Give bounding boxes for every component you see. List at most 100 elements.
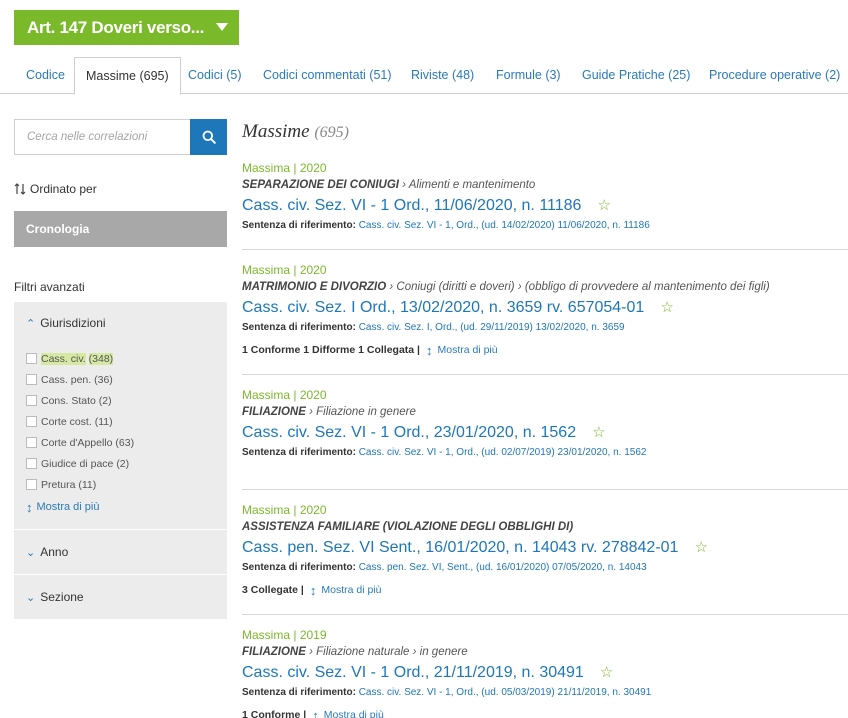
page-title: Massime (695) [242, 121, 349, 143]
expand-arrow-icon: ↕ [26, 499, 33, 515]
reference-link[interactable]: Cass. pen. Sez. VI, Sent., (ud. 16/01/20… [359, 562, 647, 573]
reference-label: Sentenza di riferimento: [242, 447, 356, 458]
filter-item-cons-stato[interactable]: Cons. Stato (2) [26, 390, 227, 411]
tab-codici[interactable]: Codici (5) [188, 57, 242, 94]
tab-guide-pratiche[interactable]: Guide Pratiche (25) [582, 57, 690, 94]
result-title-link[interactable]: Cass. civ. Sez. VI - 1 Ord., 21/11/2019,… [242, 661, 848, 685]
sort-label-text: Ordinato per [30, 182, 97, 196]
checkbox[interactable] [26, 458, 37, 469]
filter-item-cass-pen[interactable]: Cass. pen. (36) [26, 369, 227, 390]
checkbox[interactable] [26, 395, 37, 406]
filters-title: Filtri avanzati [14, 280, 85, 294]
article-dropdown-button[interactable]: Art. 147 Doveri verso... [14, 10, 239, 45]
search-button[interactable] [190, 119, 227, 155]
result-year: 2020 [299, 161, 327, 175]
show-more-label: Mostra di più [321, 584, 382, 596]
result-meta: Massima | 2019 [242, 628, 327, 642]
result-title: Cass. civ. Sez. VI - 1 Ord., 11/06/2020,… [242, 197, 582, 214]
reference-link[interactable]: Cass. civ. Sez. VI - 1, Ord., (ud. 05/03… [359, 687, 652, 698]
result-reference: Sentenza di riferimento: Cass. civ. Sez.… [242, 685, 848, 700]
result-title-link[interactable]: Cass. pen. Sez. VI Sent., 16/01/2020, n.… [242, 536, 848, 560]
relations-text: 1 Conforme 1 Difforme 1 Collegata | [242, 344, 420, 356]
result-category: SEPARAZIONE DEI CONIUGI › Alimenti e man… [242, 176, 848, 194]
expand-arrow-icon: ↕ [425, 342, 433, 358]
show-more-link[interactable]: ↕ Mostra di più [426, 343, 498, 358]
filter-item-count: (11) [94, 415, 113, 428]
tab-codice[interactable]: Codice [26, 57, 65, 94]
result-item: Massima | 2020 FILIAZIONE › Filiazione i… [242, 375, 848, 490]
tab-massime[interactable]: Massime (695) [74, 57, 181, 95]
reference-label: Sentenza di riferimento: [242, 322, 356, 333]
filter-year-label: Anno [40, 545, 69, 559]
relations-text: 3 Collegate | [242, 584, 304, 596]
result-category-sub: › Alimenti e mantenimento [398, 179, 536, 191]
checkbox[interactable] [26, 416, 37, 427]
result-relations: 1 Conforme 1 Difforme 1 Collegata | ↕ Mos… [242, 339, 848, 361]
search-input[interactable] [15, 120, 190, 154]
filter-item-pretura[interactable]: Pretura (11) [26, 474, 227, 495]
filter-item-corte-cost[interactable]: Corte cost. (11) [26, 411, 227, 432]
sort-cronologia-button[interactable]: Cronologia [14, 211, 227, 247]
show-more-link[interactable]: ↕ Mostra di più [310, 583, 382, 598]
tab-codici-commentati[interactable]: Codici commentati (51) [263, 57, 392, 94]
tab-procedure-operative[interactable]: Procedure operative (2) [709, 57, 840, 94]
reference-link[interactable]: Cass. civ. Sez. VI - 1, Ord., (ud. 02/07… [359, 447, 647, 458]
results-list: Massima | 2020 SEPARAZIONE DEI CONIUGI ›… [242, 160, 848, 718]
tab-formule[interactable]: Formule (3) [496, 57, 561, 94]
show-more-link[interactable]: ↕ Mostra di più [312, 708, 384, 718]
checkbox[interactable] [26, 479, 37, 490]
filter-item-label: Pretura [41, 478, 76, 491]
result-category-sub: › Filiazione in genere [305, 406, 416, 418]
result-meta: Massima | 2020 [242, 388, 327, 402]
result-year: 2020 [299, 503, 327, 517]
filter-panel: ⌃ Giurisdizioni Cass. civ. (348) Cass. p… [14, 302, 227, 619]
reference-link[interactable]: Cass. civ. Sez. I, Ord., (ud. 29/11/2019… [359, 322, 625, 333]
star-icon[interactable]: ☆ [597, 194, 610, 218]
reference-label: Sentenza di riferimento: [242, 687, 356, 698]
checkbox[interactable] [26, 353, 37, 364]
result-type: Massima [242, 161, 291, 175]
result-year: 2019 [299, 628, 327, 642]
result-category: ASSISTENZA FAMILIARE (VIOLAZIONE DEGLI O… [242, 518, 848, 536]
filter-item-count: (36) [94, 373, 113, 386]
result-category-main: FILIAZIONE [242, 646, 306, 658]
result-type: Massima [242, 628, 291, 642]
star-icon[interactable]: ☆ [694, 536, 707, 560]
filter-jurisdictions-toggle[interactable]: ⌃ Giurisdizioni [14, 302, 227, 344]
result-year: 2020 [299, 388, 327, 402]
show-more-jurisdictions-link[interactable]: ↕ Mostra di più [26, 495, 227, 519]
filter-item-corte-appello[interactable]: Corte d'Appello (63) [26, 432, 227, 453]
page-title-count: (695) [314, 124, 349, 141]
star-icon[interactable]: ☆ [600, 661, 613, 685]
expand-arrow-icon: ↕ [312, 707, 319, 718]
result-title-link[interactable]: Cass. civ. Sez. I Ord., 13/02/2020, n. 3… [242, 296, 848, 320]
filter-item-giudice-di-pace[interactable]: Giudice di pace (2) [26, 453, 227, 474]
result-item: Massima | 2020 MATRIMONIO E DIVORZIO › C… [242, 250, 848, 375]
checkbox[interactable] [26, 437, 37, 448]
result-meta: Massima | 2020 [242, 503, 327, 517]
relations-text: 1 Conforme | [242, 709, 307, 718]
filter-item-count: (348) [88, 352, 114, 365]
result-category-main: MATRIMONIO E DIVORZIO [242, 281, 387, 293]
checkbox[interactable] [26, 374, 37, 385]
reference-link[interactable]: Cass. civ. Sez. VI - 1, Ord., (ud. 14/02… [359, 220, 650, 231]
result-category-main: SEPARAZIONE DEI CONIUGI [242, 179, 399, 191]
result-title-link[interactable]: Cass. civ. Sez. VI - 1 Ord., 23/01/2020,… [242, 421, 848, 445]
search-icon [202, 130, 216, 144]
star-icon[interactable]: ☆ [592, 421, 605, 445]
result-item: Massima | 2019 FILIAZIONE › Filiazione n… [242, 615, 848, 718]
chevron-down-icon: ⌄ [26, 591, 36, 604]
tab-riviste[interactable]: Riviste (48) [411, 57, 474, 94]
filter-item-label: Corte cost. [41, 415, 92, 428]
filter-item-label: Cass. pen. [41, 373, 92, 386]
star-icon[interactable]: ☆ [660, 296, 673, 320]
filter-year-toggle[interactable]: ⌄ Anno [14, 529, 227, 574]
result-title: Cass. civ. Sez. I Ord., 13/02/2020, n. 3… [242, 299, 645, 316]
filter-item-cass-civ[interactable]: Cass. civ. (348) [26, 348, 227, 369]
result-reference: Sentenza di riferimento: Cass. pen. Sez.… [242, 560, 848, 575]
chevron-down-icon: ⌄ [26, 546, 36, 559]
result-title-link[interactable]: Cass. civ. Sez. VI - 1 Ord., 11/06/2020,… [242, 194, 848, 218]
filter-item-label: Cons. Stato [41, 394, 96, 407]
filter-section-toggle[interactable]: ⌄ Sezione [14, 574, 227, 619]
sort-label: Ordinato per [14, 182, 97, 196]
